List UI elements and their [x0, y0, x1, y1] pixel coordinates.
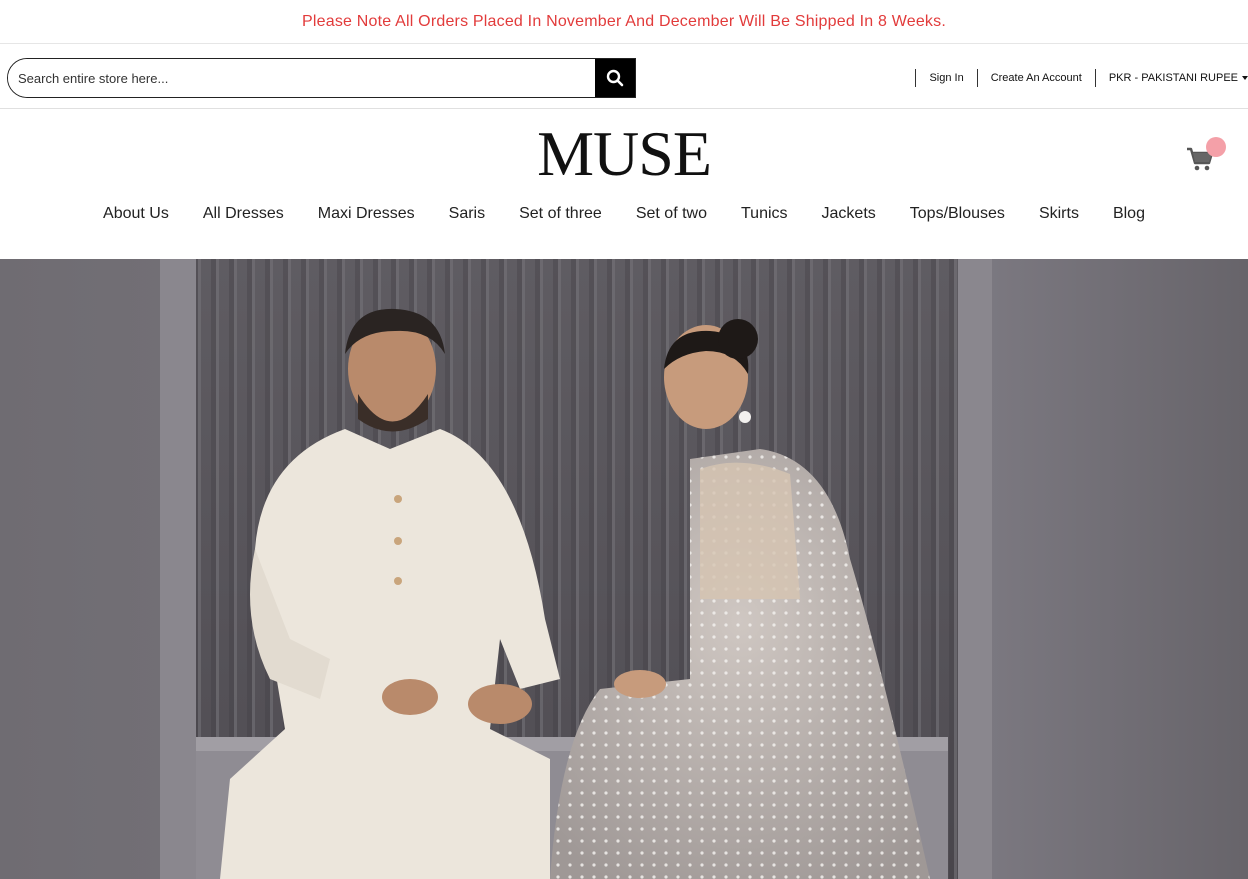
cart-count-badge — [1206, 137, 1226, 157]
currency-switcher[interactable]: PKR - PAKISTANI RUPEE — [1109, 72, 1248, 84]
nav-item-set-of-two[interactable]: Set of two — [636, 205, 707, 223]
top-bar: Sign In Create An Account PKR - PAKISTAN… — [0, 44, 1248, 109]
nav-item-tunics[interactable]: Tunics — [741, 205, 788, 223]
nav-item-set-of-three[interactable]: Set of three — [519, 205, 602, 223]
nav-item-skirts[interactable]: Skirts — [1039, 205, 1079, 223]
account-links: Sign In Create An Account PKR - PAKISTAN… — [902, 68, 1248, 88]
nav-item-saris[interactable]: Saris — [449, 205, 485, 223]
currency-label: PKR - PAKISTANI RUPEE — [1108, 72, 1238, 84]
nav-item-maxi-dresses[interactable]: Maxi Dresses — [318, 205, 415, 223]
search-icon — [606, 69, 624, 87]
brand-logo[interactable]: MUSE — [0, 120, 1248, 188]
nav-item-all-dresses[interactable]: All Dresses — [203, 205, 284, 223]
main-nav: About Us All Dresses Maxi Dresses Saris … — [0, 200, 1248, 228]
nav-item-blog[interactable]: Blog — [1113, 205, 1145, 223]
sign-in-link[interactable]: Sign In — [929, 72, 963, 84]
announcement-text: Please Note All Orders Placed In Novembe… — [302, 12, 946, 30]
search-form — [7, 58, 636, 98]
nav-item-jackets[interactable]: Jackets — [822, 205, 876, 223]
chevron-down-icon — [1242, 76, 1248, 80]
announcement-bar: Please Note All Orders Placed In Novembe… — [0, 0, 1248, 44]
nav-item-about-us[interactable]: About Us — [103, 205, 169, 223]
hero-banner-image — [0, 259, 1248, 879]
hero-banner[interactable] — [0, 259, 1248, 879]
create-account-link[interactable]: Create An Account — [991, 72, 1082, 84]
search-button[interactable] — [595, 59, 635, 97]
divider — [976, 69, 978, 87]
brand-logo-text: MUSE — [537, 118, 712, 189]
search-input[interactable] — [8, 59, 595, 97]
divider — [1094, 69, 1096, 87]
nav-item-tops-blouses[interactable]: Tops/Blouses — [910, 205, 1005, 223]
cart-button[interactable] — [1186, 137, 1226, 172]
divider — [915, 69, 917, 87]
